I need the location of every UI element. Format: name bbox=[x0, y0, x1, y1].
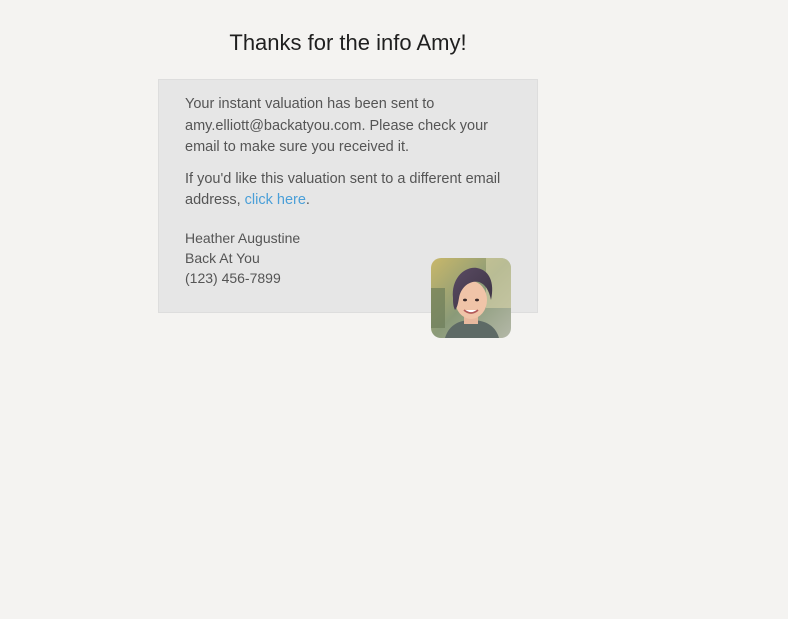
confirmation-message: Your instant valuation has been sent to … bbox=[185, 94, 515, 159]
message-prefix: Your instant valuation has been sent to bbox=[185, 96, 435, 112]
recipient-email: amy.elliott@backatyou.com bbox=[185, 117, 362, 134]
page-title: Thanks for the info Amy! bbox=[229, 30, 467, 55]
agent-name: Heather Augustine bbox=[185, 229, 301, 246]
agent-avatar bbox=[431, 258, 511, 338]
resend-message: If you'd like this valuation sent to a d… bbox=[185, 169, 515, 212]
click-here-link[interactable]: click here bbox=[245, 192, 306, 208]
agent-photo bbox=[431, 258, 511, 338]
resend-suffix: . bbox=[305, 192, 310, 208]
resend-prefix: If you'd like this valuation sent to a d… bbox=[185, 170, 501, 209]
